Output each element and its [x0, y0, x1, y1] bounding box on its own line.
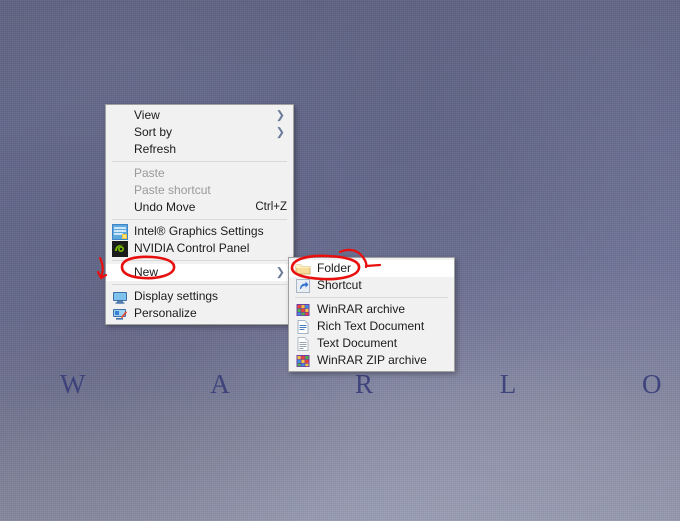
submenu-item-rich-text-document[interactable]: Rich Text Document [289, 318, 454, 335]
menu-item-display-settings[interactable]: Display settings [106, 288, 293, 305]
shortcut-icon [295, 278, 311, 294]
submenu-item-folder[interactable]: Folder [289, 260, 454, 277]
menu-item-label: Paste shortcut [134, 183, 211, 197]
menu-separator [112, 260, 287, 261]
menu-item-label: New [134, 265, 159, 279]
menu-item-intel-graphics-settings[interactable]: Intel® Graphics Settings [106, 223, 293, 240]
menu-separator [112, 284, 287, 285]
menu-item-personalize[interactable]: Personalize [106, 305, 293, 322]
menu-item-label: Undo Move [134, 200, 196, 214]
submenu-item-winrar-archive[interactable]: WinRAR archive [289, 301, 454, 318]
submenu-item-winrar-zip-archive[interactable]: WinRAR ZIP archive [289, 352, 454, 369]
menu-item-paste-shortcut: Paste shortcut [106, 182, 293, 199]
submenu-item-label: Text Document [317, 336, 398, 350]
menu-item-paste: Paste [106, 165, 293, 182]
submenu-item-label: Rich Text Document [317, 319, 425, 333]
menu-item-new[interactable]: New ❯ [106, 264, 293, 281]
menu-item-sort-by[interactable]: Sort by ❯ [106, 124, 293, 141]
rtf-icon [295, 319, 311, 335]
submenu-item-shortcut[interactable]: Shortcut [289, 277, 454, 294]
chevron-right-icon: ❯ [275, 109, 285, 121]
menu-item-undo-move[interactable]: Undo Move Ctrl+Z [106, 199, 293, 216]
menu-separator [112, 161, 287, 162]
menu-item-refresh[interactable]: Refresh [106, 141, 293, 158]
txt-icon [295, 336, 311, 352]
chevron-right-icon: ❯ [275, 126, 285, 138]
menu-item-label: Display settings [134, 289, 219, 303]
menu-item-label: NVIDIA Control Panel [134, 241, 250, 255]
menu-item-label: Intel® Graphics Settings [134, 224, 264, 238]
submenu-item-label: Shortcut [317, 278, 362, 292]
desktop-wordmark: W A R L O C K [60, 369, 680, 399]
menu-item-label: Refresh [134, 142, 177, 156]
intel-graphics-icon [112, 223, 128, 240]
menu-item-label: Paste [134, 166, 165, 180]
menu-item-label: View [134, 108, 160, 122]
submenu-item-label: WinRAR ZIP archive [317, 353, 427, 367]
folder-icon [295, 261, 311, 277]
menu-item-shortcut: Ctrl+Z [255, 201, 287, 213]
display-icon [112, 289, 128, 305]
menu-separator [112, 219, 287, 220]
desktop-context-menu[interactable]: View ❯ Sort by ❯ Refresh Paste Paste sho… [105, 104, 294, 325]
nvidia-icon [112, 240, 128, 257]
winrar-zip-icon [295, 353, 311, 369]
chevron-right-icon: ❯ [275, 266, 285, 278]
submenu-item-label: Folder [317, 261, 352, 275]
submenu-item-label: WinRAR archive [317, 302, 406, 316]
personalize-icon [112, 306, 128, 322]
menu-item-label: Personalize [134, 306, 197, 320]
menu-item-label: Sort by [134, 125, 173, 139]
new-submenu[interactable]: Folder Shortcut WinRAR archive Rich Text… [288, 257, 455, 372]
menu-item-nvidia-control-panel[interactable]: NVIDIA Control Panel [106, 240, 293, 257]
menu-item-view[interactable]: View ❯ [106, 107, 293, 124]
winrar-icon [295, 302, 311, 318]
submenu-separator [295, 297, 448, 298]
submenu-item-text-document[interactable]: Text Document [289, 335, 454, 352]
